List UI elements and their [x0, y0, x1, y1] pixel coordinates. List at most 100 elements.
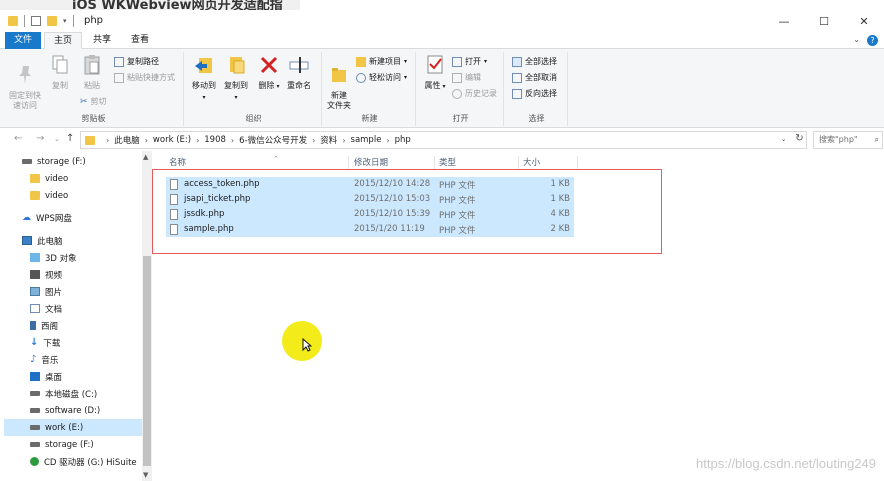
video-title-overlay: iOS WKWebview网页开发适配指	[0, 0, 300, 10]
easy-access-button[interactable]: 轻松访问 ▾	[356, 72, 407, 83]
nav-item-storage-f-2[interactable]: storage (F:)	[30, 436, 150, 453]
nav-item-local-disk-c[interactable]: 本地磁盘 (C:)	[30, 385, 150, 402]
pin-quick-access-button[interactable]: 固定到快 速访问	[8, 54, 42, 111]
back-arrow-icon[interactable]: ←	[14, 133, 22, 144]
open-button[interactable]: 打开 ▾	[452, 56, 487, 67]
nav-item-video-2[interactable]: video	[30, 187, 150, 204]
column-header-name[interactable]: 名称 ⌃	[169, 155, 279, 170]
nav-item-label: 3D 对象	[45, 253, 77, 264]
scroll-up-icon[interactable]: ▲	[143, 153, 148, 161]
nav-item-music[interactable]: ♪ 音乐	[30, 351, 150, 368]
paste-shortcut-button[interactable]: 粘贴快捷方式	[114, 72, 175, 83]
paste-icon	[84, 55, 100, 75]
mouse-pointer-icon	[302, 338, 312, 352]
invert-selection-button[interactable]: 反向选择	[512, 88, 557, 99]
move-to-button[interactable]: 移动到 ▾	[190, 54, 218, 103]
nav-item-cd-drive-g[interactable]: CD 驱动器 (G:) HiSuite	[30, 453, 150, 470]
copy-button[interactable]: 复制	[48, 54, 72, 91]
scrollbar-thumb[interactable]	[143, 256, 151, 466]
delete-button[interactable]: 删除 ▾	[258, 54, 280, 92]
refresh-icon[interactable]: ↻	[792, 131, 807, 147]
nav-item-documents[interactable]: 文档	[30, 300, 150, 317]
maximize-button[interactable]: ☐	[804, 10, 844, 32]
edit-button[interactable]: 编辑	[452, 72, 481, 83]
minimize-button[interactable]: —	[764, 10, 804, 32]
breadcrumb-separator: ›	[230, 135, 235, 145]
nav-item-pictures[interactable]: 图片	[30, 283, 150, 300]
cut-button[interactable]: ✂ 剪切	[80, 96, 107, 107]
window-title: php	[84, 15, 104, 26]
column-header-size[interactable]: 大小	[523, 156, 540, 170]
nav-item-wps-cloud[interactable]: ☁ WPS网盘	[22, 209, 142, 226]
breadcrumb-wechat-dev[interactable]: 6-微信公众号开发	[239, 134, 307, 146]
new-item-button[interactable]: 新建项目 ▾	[356, 56, 407, 67]
sort-ascending-icon: ⌃	[273, 155, 279, 163]
collapse-ribbon-chevron-icon[interactable]: ⌄	[853, 35, 860, 44]
column-divider[interactable]	[348, 156, 349, 170]
nav-item-storage-f[interactable]: storage (F:)	[22, 153, 142, 170]
navigation-scrollbar[interactable]: ▲ ▼	[142, 151, 152, 481]
properties-button[interactable]: 属性 ▾	[422, 54, 448, 92]
nav-item-3d-objects[interactable]: 3D 对象	[30, 249, 150, 266]
copy-path-label: 复制路径	[127, 57, 159, 66]
nav-item-phone[interactable]: 西阁	[30, 317, 150, 334]
drive-icon	[30, 408, 40, 413]
customize-chevron-icon[interactable]: ▾	[63, 17, 67, 25]
paste-label: 粘贴	[84, 81, 100, 90]
help-icon[interactable]: ?	[867, 35, 878, 46]
tab-home[interactable]: 主页	[44, 32, 83, 49]
scissors-icon: ✂	[80, 96, 88, 107]
nav-item-work-e[interactable]: work (E:)	[4, 419, 142, 436]
breadcrumb-materials[interactable]: 资料	[320, 134, 337, 146]
breadcrumb-work-e[interactable]: work (E:)	[153, 135, 191, 145]
nav-item-desktop[interactable]: 桌面	[30, 368, 150, 385]
select-all-button[interactable]: 全部选择	[512, 56, 557, 67]
column-header-type[interactable]: 类型	[439, 156, 456, 170]
copy-to-button[interactable]: 复制到 ▾	[222, 54, 250, 103]
tab-view[interactable]: 查看	[122, 32, 158, 49]
drive-icon	[30, 425, 40, 430]
nav-item-downloads[interactable]: ↓ 下载	[30, 334, 150, 351]
nav-item-this-pc[interactable]: 此电脑	[22, 232, 142, 249]
nav-item-videos[interactable]: 视频	[30, 266, 150, 283]
column-divider[interactable]	[434, 156, 435, 170]
breadcrumb-this-pc[interactable]: 此电脑	[114, 134, 140, 146]
divider	[24, 15, 25, 27]
breadcrumb-1908[interactable]: 1908	[204, 135, 226, 145]
new-item-label: 新建项目	[369, 57, 401, 66]
tab-share[interactable]: 共享	[84, 32, 120, 49]
copy-path-button[interactable]: 复制路径	[114, 56, 159, 67]
rename-label: 重命名	[287, 81, 311, 90]
move-to-icon	[195, 58, 212, 73]
column-header-modified[interactable]: 修改日期	[354, 156, 388, 170]
new-folder-button[interactable]: 新建 文件夹	[326, 54, 352, 111]
history-button[interactable]: 历史记录	[452, 88, 497, 99]
breadcrumb[interactable]: › 此电脑 › work (E:) › 1908 › 6-微信公众号开发 › 资…	[80, 131, 807, 149]
nav-item-software-d[interactable]: software (D:)	[30, 402, 150, 419]
column-divider[interactable]	[518, 156, 519, 170]
up-arrow-icon[interactable]: ↑	[66, 133, 74, 144]
breadcrumb-sample[interactable]: sample	[351, 135, 382, 145]
file-list: 名称 ⌃ 修改日期 类型 大小 access_token.php 2015/12/…	[152, 151, 884, 481]
column-divider[interactable]	[577, 156, 578, 170]
invert-selection-icon	[512, 88, 522, 99]
close-button[interactable]: ✕	[844, 10, 884, 32]
properties-check-icon[interactable]	[31, 16, 41, 26]
new-folder-icon[interactable]	[47, 16, 57, 26]
scroll-down-icon[interactable]: ▼	[143, 471, 148, 479]
tab-file[interactable]: 文件	[5, 32, 42, 49]
invert-selection-label: 反向选择	[525, 89, 557, 98]
rename-button[interactable]: 重命名	[284, 54, 314, 91]
breadcrumb-php[interactable]: php	[395, 135, 411, 145]
history-icon	[452, 88, 462, 99]
drive-icon	[22, 159, 32, 164]
recent-chevron-icon[interactable]: ⌄	[54, 135, 60, 143]
address-history-chevron-icon[interactable]: ⌄	[776, 131, 791, 147]
nav-item-video[interactable]: video	[30, 170, 150, 187]
ribbon-tabs: 文件 主页 共享 查看 ⌄ ?	[0, 32, 884, 49]
search-input[interactable]: 搜索"php" ⌕	[813, 131, 883, 149]
forward-arrow-icon[interactable]: →	[36, 133, 44, 144]
folder-icon	[30, 191, 40, 200]
paste-button[interactable]: 粘贴	[80, 54, 104, 91]
select-none-button[interactable]: 全部取消	[512, 72, 557, 83]
